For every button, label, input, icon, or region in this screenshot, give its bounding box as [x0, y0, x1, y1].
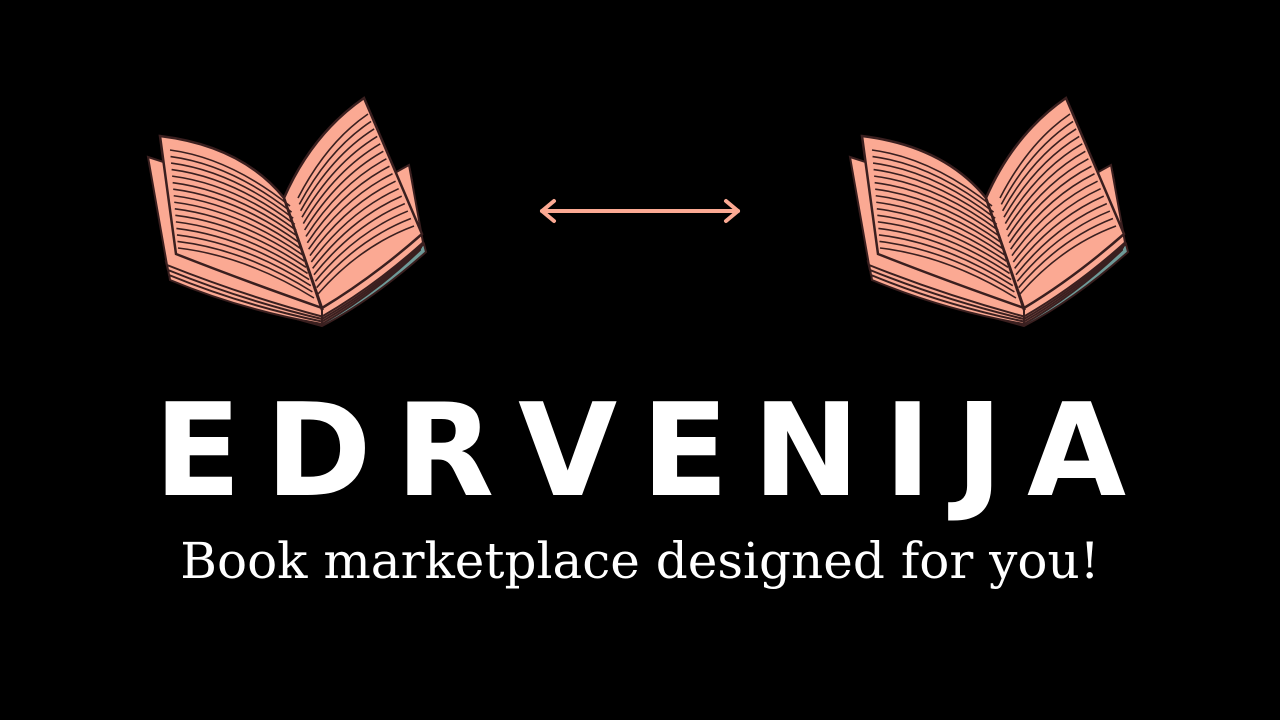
double-arrow-icon [540, 199, 740, 223]
brand-name: EDRVENIJA [153, 377, 1151, 526]
open-book-icon [848, 96, 1130, 328]
open-book-icon [146, 96, 428, 328]
brand-tagline: Book marketplace designed for you! [180, 532, 1100, 590]
